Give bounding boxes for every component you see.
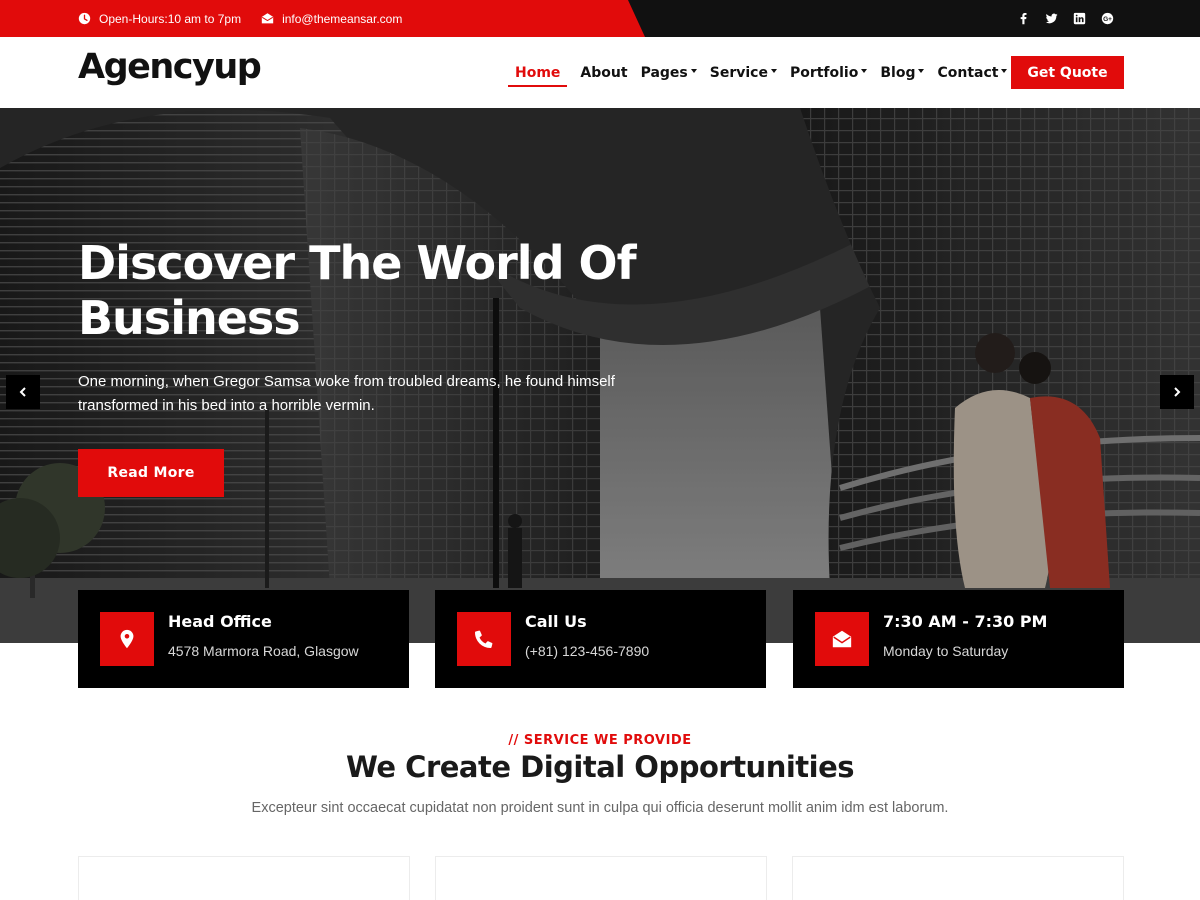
- caret-down-icon: [918, 69, 925, 73]
- info-subtitle: 4578 Marmora Road, Glasgow: [168, 643, 359, 659]
- email-info[interactable]: info@themeansar.com: [261, 12, 402, 26]
- info-box-call-us: Call Us (+81) 123-456-7890: [435, 590, 766, 688]
- nav-portfolio[interactable]: Portfolio: [789, 37, 868, 108]
- nav-blog[interactable]: Blog: [880, 37, 925, 108]
- section-kicker: // SERVICE WE PROVIDE: [508, 733, 692, 748]
- info-box-head-office: Head Office 4578 Marmora Road, Glasgow: [78, 590, 409, 688]
- info-title: 7:30 AM - 7:30 PM: [883, 612, 1048, 631]
- hero-description: One morning, when Gregor Samsa woke from…: [78, 373, 615, 414]
- main-nav: Home About Pages Service Portfolio Blog …: [508, 37, 1020, 108]
- nav-home[interactable]: Home: [508, 37, 568, 108]
- site-header: Agencyup Home About Pages Service Portfo…: [0, 37, 1200, 108]
- envelope-icon: [261, 12, 274, 25]
- nav-service-label: Service: [709, 64, 768, 81]
- twitter-icon[interactable]: [1045, 12, 1058, 25]
- linkedin-icon[interactable]: [1073, 12, 1086, 25]
- nav-contact-label: Contact: [937, 64, 999, 81]
- info-icon-box: [457, 612, 511, 666]
- nav-portfolio-label: Portfolio: [789, 64, 859, 81]
- info-icon-box: [100, 612, 154, 666]
- facebook-icon[interactable]: [1017, 12, 1030, 25]
- slider-prev-button[interactable]: [6, 375, 40, 409]
- service-card: [792, 856, 1124, 900]
- hero-title-line2: Business: [78, 291, 301, 345]
- caret-down-icon: [690, 69, 697, 73]
- nav-blog-label: Blog: [880, 64, 916, 81]
- nav-service[interactable]: Service: [710, 37, 777, 108]
- top-bar-info: Open-Hours:10 am to 7pm info@themeansar.…: [78, 0, 402, 37]
- nav-home-label: Home: [515, 64, 561, 81]
- nav-about-label: About: [580, 64, 628, 81]
- slider-next-button[interactable]: [1160, 375, 1194, 409]
- info-icon-box: [815, 612, 869, 666]
- info-box-hours: 7:30 AM - 7:30 PM Monday to Saturday: [793, 590, 1124, 688]
- info-subtitle[interactable]: (+81) 123-456-7890: [525, 643, 649, 659]
- nav-about[interactable]: About: [580, 37, 627, 108]
- hero-title: Discover The World Of Business: [78, 236, 698, 346]
- chevron-left-icon: [19, 387, 26, 397]
- info-title: Head Office: [168, 612, 272, 631]
- top-bar: Open-Hours:10 am to 7pm info@themeansar.…: [0, 0, 1200, 37]
- envelope-open-icon: [832, 630, 852, 648]
- email-link[interactable]: info@themeansar.com: [282, 12, 402, 26]
- nav-pages[interactable]: Pages: [641, 37, 697, 108]
- site-logo[interactable]: Agencyup: [78, 47, 262, 87]
- caret-down-icon: [770, 69, 777, 73]
- social-links: G+: [1017, 0, 1114, 37]
- info-title: Call Us: [525, 612, 587, 631]
- service-card: [435, 856, 767, 900]
- hero-title-line1: Discover The World Of: [78, 236, 637, 290]
- clock-icon: [78, 12, 91, 25]
- phone-icon: [475, 630, 493, 648]
- nav-pages-label: Pages: [640, 64, 688, 81]
- info-subtitle: Monday to Saturday: [883, 643, 1009, 659]
- service-card: [78, 856, 410, 900]
- get-quote-button[interactable]: Get Quote: [1011, 56, 1124, 89]
- chevron-right-icon: [1174, 387, 1181, 397]
- svg-text:G+: G+: [1103, 16, 1112, 23]
- section-title: We Create Digital Opportunities: [345, 750, 855, 784]
- caret-down-icon: [861, 69, 868, 73]
- map-marker-icon: [120, 629, 134, 649]
- hero-slider: Discover The World Of Business One morni…: [0, 108, 1200, 643]
- google-plus-icon[interactable]: G+: [1101, 12, 1114, 25]
- hours-info: Open-Hours:10 am to 7pm: [78, 12, 241, 26]
- hours-text: Open-Hours:10 am to 7pm: [99, 11, 242, 26]
- section-description: Excepteur sint occaecat cupidatat non pr…: [251, 800, 949, 816]
- nav-contact[interactable]: Contact: [937, 37, 1008, 108]
- read-more-button[interactable]: Read More: [78, 449, 224, 497]
- caret-down-icon: [1001, 69, 1008, 73]
